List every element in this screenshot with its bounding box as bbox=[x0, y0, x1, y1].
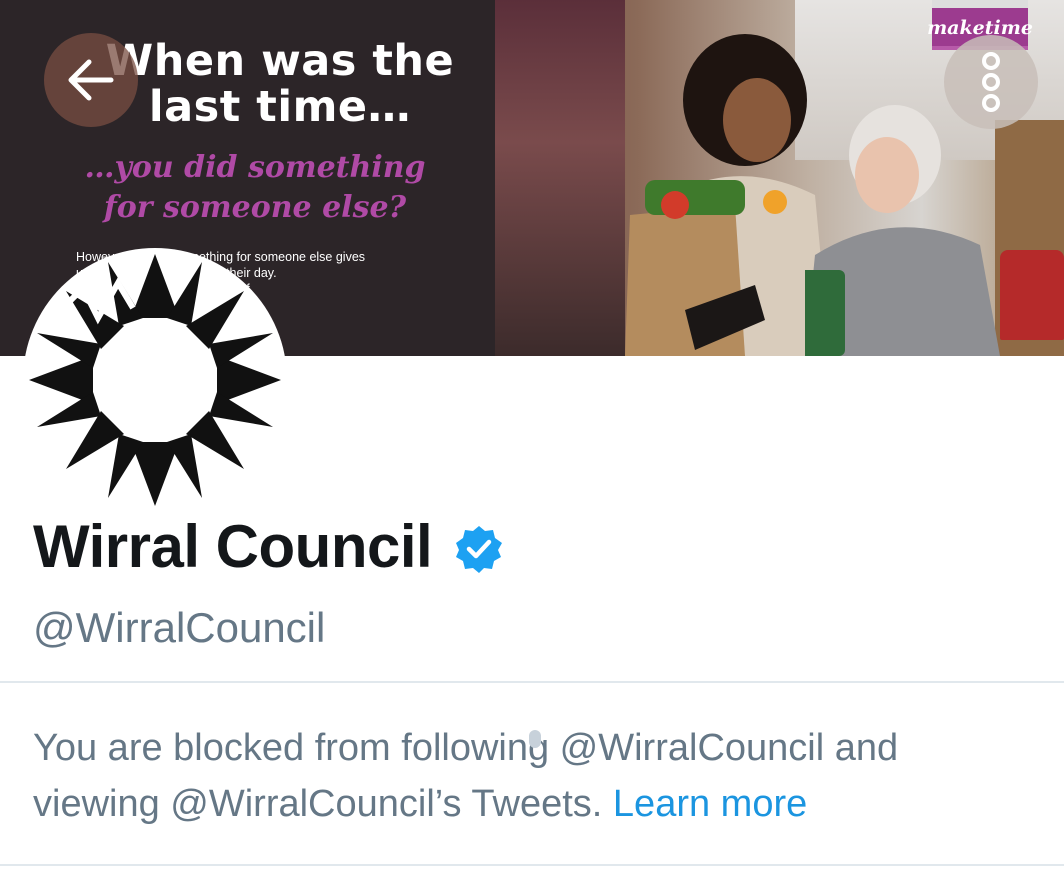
banner-photo-van bbox=[1000, 250, 1064, 340]
section-divider bbox=[0, 681, 1064, 683]
banner-subline: …you did something for someone else? bbox=[84, 150, 426, 225]
banner-photo-person-elderly bbox=[805, 105, 1000, 356]
profile-name-row: Wirral Council bbox=[33, 512, 504, 581]
section-divider-bottom bbox=[0, 864, 1064, 866]
profile-avatar[interactable] bbox=[23, 248, 287, 512]
more-options-button[interactable] bbox=[944, 35, 1038, 129]
verified-badge-icon bbox=[456, 525, 503, 573]
arrow-left-icon bbox=[68, 59, 114, 101]
vertical-dots-icon bbox=[982, 52, 1000, 112]
back-button[interactable] bbox=[44, 33, 138, 127]
wirral-council-logo bbox=[29, 254, 281, 506]
profile-handle: @WirralCouncil bbox=[33, 604, 326, 651]
learn-more-link[interactable]: Learn more bbox=[613, 783, 807, 825]
banner-headline: When was the last time… bbox=[105, 36, 455, 132]
scroll-indicator bbox=[529, 730, 541, 748]
profile-display-name: Wirral Council bbox=[33, 513, 433, 580]
